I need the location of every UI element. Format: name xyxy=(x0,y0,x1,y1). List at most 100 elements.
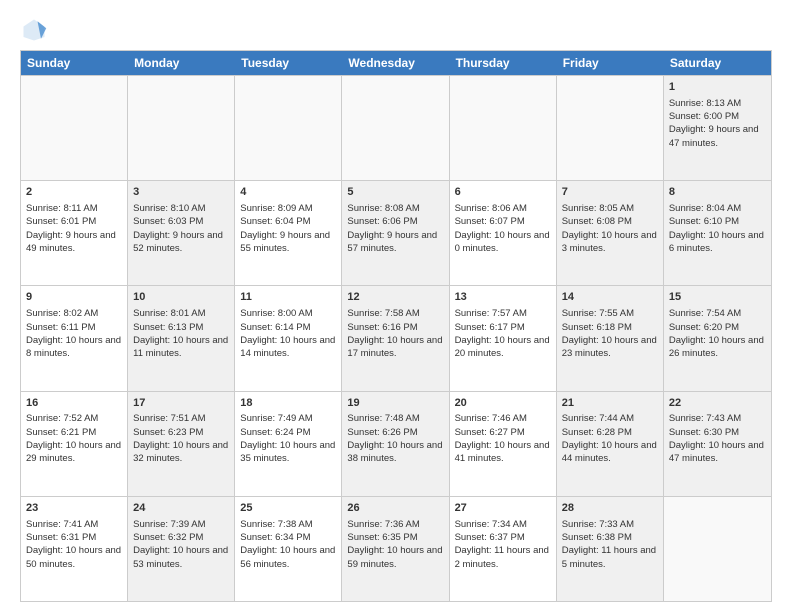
day-info: Sunrise: 7:38 AM Sunset: 6:34 PM Dayligh… xyxy=(240,518,336,571)
header-day-thursday: Thursday xyxy=(450,51,557,75)
header-day-sunday: Sunday xyxy=(21,51,128,75)
calendar-cell-28: 28 Sunrise: 7:33 AM Sunset: 6:38 PM Dayli… xyxy=(557,497,664,601)
header-day-wednesday: Wednesday xyxy=(342,51,449,75)
day-number: 14 xyxy=(562,290,658,305)
day-number: 11 xyxy=(240,290,336,305)
day-info: Sunrise: 7:43 AM Sunset: 6:30 PM Dayligh… xyxy=(669,412,766,465)
day-info: Sunrise: 8:04 AM Sunset: 6:10 PM Dayligh… xyxy=(669,202,766,255)
calendar-cell-6: 6Sunrise: 8:06 AM Sunset: 6:07 PM Daylig… xyxy=(450,181,557,285)
day-info: Sunrise: 7:39 AM Sunset: 6:32 PM Dayligh… xyxy=(133,518,229,571)
calendar-cell-empty xyxy=(342,76,449,180)
calendar-body: 1Sunrise: 8:13 AM Sunset: 6:00 PM Daylig… xyxy=(21,75,771,601)
day-info: Sunrise: 8:05 AM Sunset: 6:08 PM Dayligh… xyxy=(562,202,658,255)
day-number: 2 xyxy=(26,185,122,200)
header-day-tuesday: Tuesday xyxy=(235,51,342,75)
day-info: Sunrise: 7:54 AM Sunset: 6:20 PM Dayligh… xyxy=(669,307,766,360)
header-day-monday: Monday xyxy=(128,51,235,75)
header xyxy=(20,16,772,44)
day-info: Sunrise: 8:01 AM Sunset: 6:13 PM Dayligh… xyxy=(133,307,229,360)
day-info: Sunrise: 8:10 AM Sunset: 6:03 PM Dayligh… xyxy=(133,202,229,255)
calendar-cell-8: 8 Sunrise: 8:04 AM Sunset: 6:10 PM Daylig… xyxy=(664,181,771,285)
header-day-saturday: Saturday xyxy=(664,51,771,75)
calendar-cell-24: 24 Sunrise: 7:39 AM Sunset: 6:32 PM Dayli… xyxy=(128,497,235,601)
calendar-row-2: 2 Sunrise: 8:11 AM Sunset: 6:01 PM Daylig… xyxy=(21,180,771,285)
day-info: Sunrise: 7:49 AM Sunset: 6:24 PM Dayligh… xyxy=(240,412,336,465)
calendar: SundayMondayTuesdayWednesdayThursdayFrid… xyxy=(20,50,772,602)
day-number: 27 xyxy=(455,501,551,516)
calendar-cell-15: 15 Sunrise: 7:54 AM Sunset: 6:20 PM Dayli… xyxy=(664,286,771,390)
calendar-cell-empty xyxy=(235,76,342,180)
header-day-friday: Friday xyxy=(557,51,664,75)
calendar-row-5: 23 Sunrise: 7:41 AM Sunset: 6:31 PM Dayli… xyxy=(21,496,771,601)
day-info: Sunrise: 7:51 AM Sunset: 6:23 PM Dayligh… xyxy=(133,412,229,465)
day-info: Sunrise: 8:06 AM Sunset: 6:07 PM Dayligh… xyxy=(455,202,551,255)
day-info: Sunrise: 8:09 AM Sunset: 6:04 PM Dayligh… xyxy=(240,202,336,255)
day-number: 21 xyxy=(562,396,658,411)
calendar-cell-empty xyxy=(128,76,235,180)
day-number: 7 xyxy=(562,185,658,200)
day-info: Sunrise: 7:55 AM Sunset: 6:18 PM Dayligh… xyxy=(562,307,658,360)
calendar-cell-14: 14 Sunrise: 7:55 AM Sunset: 6:18 PM Dayli… xyxy=(557,286,664,390)
day-number: 4 xyxy=(240,185,336,200)
day-info: Sunrise: 7:46 AM Sunset: 6:27 PM Dayligh… xyxy=(455,412,551,465)
day-number: 24 xyxy=(133,501,229,516)
day-info: Sunrise: 8:02 AM Sunset: 6:11 PM Dayligh… xyxy=(26,307,122,360)
calendar-page: SundayMondayTuesdayWednesdayThursdayFrid… xyxy=(0,0,792,612)
day-info: Sunrise: 7:58 AM Sunset: 6:16 PM Dayligh… xyxy=(347,307,443,360)
calendar-row-3: 9 Sunrise: 8:02 AM Sunset: 6:11 PM Daylig… xyxy=(21,285,771,390)
calendar-cell-empty xyxy=(450,76,557,180)
day-number: 16 xyxy=(26,396,122,411)
day-number: 26 xyxy=(347,501,443,516)
day-info: Sunrise: 8:11 AM Sunset: 6:01 PM Dayligh… xyxy=(26,202,122,255)
calendar-cell-27: 27 Sunrise: 7:34 AM Sunset: 6:37 PM Dayli… xyxy=(450,497,557,601)
day-info: Sunrise: 7:36 AM Sunset: 6:35 PM Dayligh… xyxy=(347,518,443,571)
day-number: 5 xyxy=(347,185,443,200)
day-number: 9 xyxy=(26,290,122,305)
calendar-cell-empty xyxy=(557,76,664,180)
day-number: 15 xyxy=(669,290,766,305)
calendar-cell-1: 1Sunrise: 8:13 AM Sunset: 6:00 PM Daylig… xyxy=(664,76,771,180)
day-number: 20 xyxy=(455,396,551,411)
calendar-cell-19: 19Sunrise: 7:48 AM Sunset: 6:26 PM Dayli… xyxy=(342,392,449,496)
calendar-cell-16: 16Sunrise: 7:52 AM Sunset: 6:21 PM Dayli… xyxy=(21,392,128,496)
calendar-cell-17: 17Sunrise: 7:51 AM Sunset: 6:23 PM Dayli… xyxy=(128,392,235,496)
calendar-cell-22: 22Sunrise: 7:43 AM Sunset: 6:30 PM Dayli… xyxy=(664,392,771,496)
calendar-cell-21: 21Sunrise: 7:44 AM Sunset: 6:28 PM Dayli… xyxy=(557,392,664,496)
calendar-cell-7: 7 Sunrise: 8:05 AM Sunset: 6:08 PM Daylig… xyxy=(557,181,664,285)
day-number: 10 xyxy=(133,290,229,305)
day-number: 18 xyxy=(240,396,336,411)
calendar-cell-26: 26 Sunrise: 7:36 AM Sunset: 6:35 PM Dayli… xyxy=(342,497,449,601)
calendar-cell-23: 23 Sunrise: 7:41 AM Sunset: 6:31 PM Dayli… xyxy=(21,497,128,601)
calendar-cell-5: 5Sunrise: 8:08 AM Sunset: 6:06 PM Daylig… xyxy=(342,181,449,285)
calendar-cell-2: 2 Sunrise: 8:11 AM Sunset: 6:01 PM Daylig… xyxy=(21,181,128,285)
day-info: Sunrise: 7:52 AM Sunset: 6:21 PM Dayligh… xyxy=(26,412,122,465)
calendar-cell-18: 18Sunrise: 7:49 AM Sunset: 6:24 PM Dayli… xyxy=(235,392,342,496)
calendar-cell-empty xyxy=(21,76,128,180)
day-number: 8 xyxy=(669,185,766,200)
day-number: 12 xyxy=(347,290,443,305)
day-info: Sunrise: 7:41 AM Sunset: 6:31 PM Dayligh… xyxy=(26,518,122,571)
calendar-cell-12: 12 Sunrise: 7:58 AM Sunset: 6:16 PM Dayli… xyxy=(342,286,449,390)
calendar-row-1: 1Sunrise: 8:13 AM Sunset: 6:00 PM Daylig… xyxy=(21,75,771,180)
day-info: Sunrise: 7:33 AM Sunset: 6:38 PM Dayligh… xyxy=(562,518,658,571)
calendar-cell-25: 25 Sunrise: 7:38 AM Sunset: 6:34 PM Dayli… xyxy=(235,497,342,601)
day-number: 23 xyxy=(26,501,122,516)
day-number: 28 xyxy=(562,501,658,516)
day-number: 1 xyxy=(669,80,766,95)
calendar-cell-10: 10 Sunrise: 8:01 AM Sunset: 6:13 PM Dayli… xyxy=(128,286,235,390)
day-number: 25 xyxy=(240,501,336,516)
day-info: Sunrise: 7:44 AM Sunset: 6:28 PM Dayligh… xyxy=(562,412,658,465)
day-info: Sunrise: 7:48 AM Sunset: 6:26 PM Dayligh… xyxy=(347,412,443,465)
day-info: Sunrise: 7:57 AM Sunset: 6:17 PM Dayligh… xyxy=(455,307,551,360)
calendar-cell-empty xyxy=(664,497,771,601)
day-info: Sunrise: 8:00 AM Sunset: 6:14 PM Dayligh… xyxy=(240,307,336,360)
logo xyxy=(20,16,52,44)
day-info: Sunrise: 7:34 AM Sunset: 6:37 PM Dayligh… xyxy=(455,518,551,571)
day-number: 3 xyxy=(133,185,229,200)
calendar-cell-4: 4 Sunrise: 8:09 AM Sunset: 6:04 PM Daylig… xyxy=(235,181,342,285)
calendar-row-4: 16Sunrise: 7:52 AM Sunset: 6:21 PM Dayli… xyxy=(21,391,771,496)
day-number: 13 xyxy=(455,290,551,305)
calendar-cell-13: 13 Sunrise: 7:57 AM Sunset: 6:17 PM Dayli… xyxy=(450,286,557,390)
day-number: 17 xyxy=(133,396,229,411)
calendar-header: SundayMondayTuesdayWednesdayThursdayFrid… xyxy=(21,51,771,75)
